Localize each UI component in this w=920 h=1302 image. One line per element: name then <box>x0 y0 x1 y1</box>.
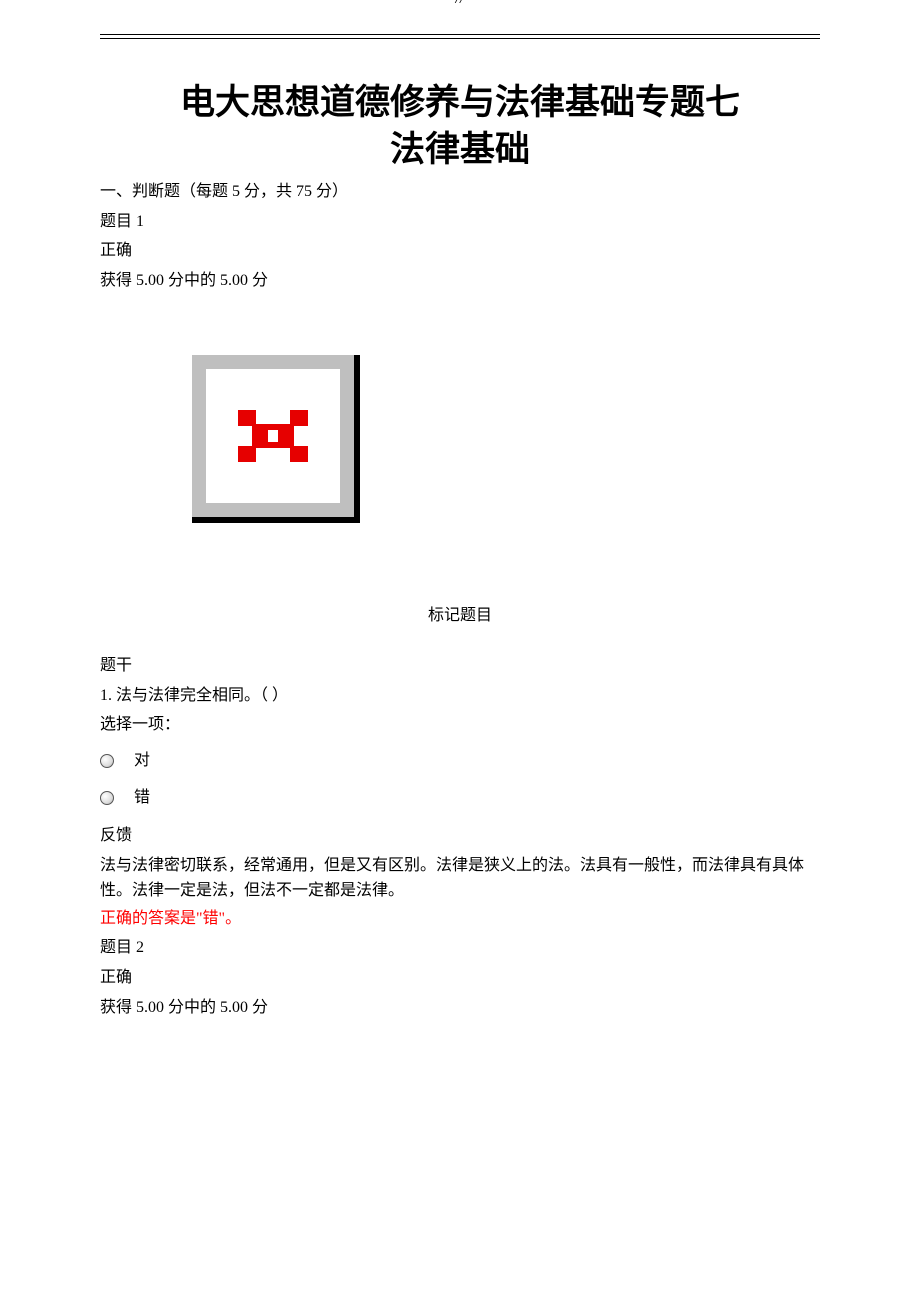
question-1-status: 正确 <box>100 238 820 264</box>
question-2-score: 获得 5.00 分中的 5.00 分 <box>100 995 820 1021</box>
choose-label: 选择一项： <box>100 712 820 738</box>
question-1-number: 题目 1 <box>100 209 820 235</box>
question-1-stem: 1. 法与法律完全相同。（ ） <box>100 683 820 709</box>
broken-image-icon <box>238 410 308 462</box>
question-2-status: 正确 <box>100 965 820 991</box>
radio-icon[interactable] <box>100 791 114 805</box>
option-false-label: 错 <box>134 785 150 811</box>
stem-label: 题干 <box>100 653 820 679</box>
placeholder-image <box>192 355 820 523</box>
correct-answer: 正确的答案是"错"。 <box>100 906 820 932</box>
header-rule-1 <box>100 34 820 35</box>
option-true-label: 对 <box>134 748 150 774</box>
header-mark: // <box>100 0 820 12</box>
question-1-score: 获得 5.00 分中的 5.00 分 <box>100 268 820 294</box>
radio-icon[interactable] <box>100 754 114 768</box>
feedback-label: 反馈 <box>100 823 820 849</box>
header-rule-2 <box>100 38 820 39</box>
option-false-row[interactable]: 错 <box>100 785 820 811</box>
page: // 电大思想道德修养与法律基础专题七 法律基础 一、判断题（每题 5 分，共 … <box>0 0 920 1302</box>
document-title-line2: 法律基础 <box>100 126 820 173</box>
document-title-line1: 电大思想道德修养与法律基础专题七 <box>100 79 820 126</box>
question-2-number: 题目 2 <box>100 935 820 961</box>
option-true-row[interactable]: 对 <box>100 748 820 774</box>
section-heading: 一、判断题（每题 5 分，共 75 分） <box>100 179 820 205</box>
feedback-text: 法与法律密切联系，经常通用，但是又有区别。法律是狭义上的法。法具有一般性，而法律… <box>100 853 820 904</box>
flag-question-label[interactable]: 标记题目 <box>100 603 820 629</box>
